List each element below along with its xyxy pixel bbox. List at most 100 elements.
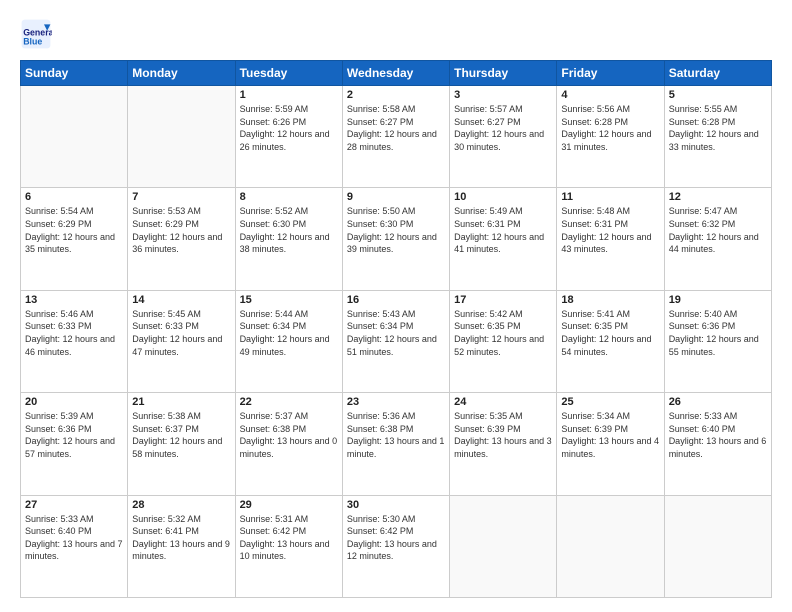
calendar-cell: 22 Sunrise: 5:37 AM Sunset: 6:38 PM Dayli… xyxy=(235,393,342,495)
calendar-cell: 3 Sunrise: 5:57 AM Sunset: 6:27 PM Daylig… xyxy=(450,86,557,188)
calendar-cell xyxy=(128,86,235,188)
day-number: 22 xyxy=(240,396,338,408)
calendar-cell: 11 Sunrise: 5:48 AM Sunset: 6:31 PM Dayli… xyxy=(557,188,664,290)
day-info: Sunrise: 5:35 AM Sunset: 6:39 PM Dayligh… xyxy=(454,410,552,460)
calendar-cell: 1 Sunrise: 5:59 AM Sunset: 6:26 PM Daylig… xyxy=(235,86,342,188)
calendar-cell: 8 Sunrise: 5:52 AM Sunset: 6:30 PM Daylig… xyxy=(235,188,342,290)
day-number: 24 xyxy=(454,396,552,408)
day-number: 2 xyxy=(347,89,445,101)
day-info: Sunrise: 5:34 AM Sunset: 6:39 PM Dayligh… xyxy=(561,410,659,460)
day-info: Sunrise: 5:42 AM Sunset: 6:35 PM Dayligh… xyxy=(454,308,552,358)
day-header-monday: Monday xyxy=(128,61,235,86)
calendar-cell: 15 Sunrise: 5:44 AM Sunset: 6:34 PM Dayli… xyxy=(235,290,342,392)
day-info: Sunrise: 5:53 AM Sunset: 6:29 PM Dayligh… xyxy=(132,205,230,255)
calendar-cell xyxy=(664,495,771,597)
calendar-cell: 20 Sunrise: 5:39 AM Sunset: 6:36 PM Dayli… xyxy=(21,393,128,495)
day-header-thursday: Thursday xyxy=(450,61,557,86)
calendar-cell: 25 Sunrise: 5:34 AM Sunset: 6:39 PM Dayli… xyxy=(557,393,664,495)
day-number: 3 xyxy=(454,89,552,101)
day-info: Sunrise: 5:54 AM Sunset: 6:29 PM Dayligh… xyxy=(25,205,123,255)
day-number: 26 xyxy=(669,396,767,408)
day-info: Sunrise: 5:41 AM Sunset: 6:35 PM Dayligh… xyxy=(561,308,659,358)
day-info: Sunrise: 5:45 AM Sunset: 6:33 PM Dayligh… xyxy=(132,308,230,358)
week-row-5: 27 Sunrise: 5:33 AM Sunset: 6:40 PM Dayli… xyxy=(21,495,772,597)
calendar-cell: 14 Sunrise: 5:45 AM Sunset: 6:33 PM Dayli… xyxy=(128,290,235,392)
day-header-sunday: Sunday xyxy=(21,61,128,86)
day-header-friday: Friday xyxy=(557,61,664,86)
header: General Blue xyxy=(20,18,772,50)
day-info: Sunrise: 5:38 AM Sunset: 6:37 PM Dayligh… xyxy=(132,410,230,460)
calendar-cell xyxy=(557,495,664,597)
day-info: Sunrise: 5:44 AM Sunset: 6:34 PM Dayligh… xyxy=(240,308,338,358)
day-number: 8 xyxy=(240,191,338,203)
day-info: Sunrise: 5:55 AM Sunset: 6:28 PM Dayligh… xyxy=(669,103,767,153)
calendar-cell xyxy=(21,86,128,188)
day-number: 21 xyxy=(132,396,230,408)
day-info: Sunrise: 5:47 AM Sunset: 6:32 PM Dayligh… xyxy=(669,205,767,255)
day-number: 13 xyxy=(25,294,123,306)
day-number: 1 xyxy=(240,89,338,101)
day-header-wednesday: Wednesday xyxy=(342,61,449,86)
day-info: Sunrise: 5:57 AM Sunset: 6:27 PM Dayligh… xyxy=(454,103,552,153)
logo: General Blue xyxy=(20,18,54,50)
day-number: 11 xyxy=(561,191,659,203)
day-number: 15 xyxy=(240,294,338,306)
calendar-cell: 28 Sunrise: 5:32 AM Sunset: 6:41 PM Dayli… xyxy=(128,495,235,597)
day-header-saturday: Saturday xyxy=(664,61,771,86)
week-row-3: 13Sunrise: 5:46 AM Sunset: 6:33 PM Dayli… xyxy=(21,290,772,392)
day-number: 7 xyxy=(132,191,230,203)
day-number: 27 xyxy=(25,499,123,511)
day-info: Sunrise: 5:49 AM Sunset: 6:31 PM Dayligh… xyxy=(454,205,552,255)
calendar-cell: 10 Sunrise: 5:49 AM Sunset: 6:31 PM Dayli… xyxy=(450,188,557,290)
day-info: Sunrise: 5:36 AM Sunset: 6:38 PM Dayligh… xyxy=(347,410,445,460)
day-info: Sunrise: 5:33 AM Sunset: 6:40 PM Dayligh… xyxy=(669,410,767,460)
calendar-cell: 21 Sunrise: 5:38 AM Sunset: 6:37 PM Dayli… xyxy=(128,393,235,495)
day-number: 29 xyxy=(240,499,338,511)
day-info: Sunrise: 5:56 AM Sunset: 6:28 PM Dayligh… xyxy=(561,103,659,153)
day-number: 10 xyxy=(454,191,552,203)
day-number: 20 xyxy=(25,396,123,408)
day-number: 14 xyxy=(132,294,230,306)
day-number: 25 xyxy=(561,396,659,408)
calendar-cell: 30 Sunrise: 5:30 AM Sunset: 6:42 PM Dayli… xyxy=(342,495,449,597)
calendar-cell: 4 Sunrise: 5:56 AM Sunset: 6:28 PM Daylig… xyxy=(557,86,664,188)
calendar-cell: 7 Sunrise: 5:53 AM Sunset: 6:29 PM Daylig… xyxy=(128,188,235,290)
day-info: Sunrise: 5:58 AM Sunset: 6:27 PM Dayligh… xyxy=(347,103,445,153)
day-info: Sunrise: 5:30 AM Sunset: 6:42 PM Dayligh… xyxy=(347,513,445,563)
day-info: Sunrise: 5:59 AM Sunset: 6:26 PM Dayligh… xyxy=(240,103,338,153)
day-number: 30 xyxy=(347,499,445,511)
day-number: 4 xyxy=(561,89,659,101)
week-row-2: 6 Sunrise: 5:54 AM Sunset: 6:29 PM Daylig… xyxy=(21,188,772,290)
day-info: Sunrise: 5:39 AM Sunset: 6:36 PM Dayligh… xyxy=(25,410,123,460)
calendar-cell: 18 Sunrise: 5:41 AM Sunset: 6:35 PM Dayli… xyxy=(557,290,664,392)
day-info: Sunrise: 5:37 AM Sunset: 6:38 PM Dayligh… xyxy=(240,410,338,460)
calendar-cell: 23Sunrise: 5:36 AM Sunset: 6:38 PM Dayli… xyxy=(342,393,449,495)
page: General Blue SundayMondayTuesdayWednesda… xyxy=(0,0,792,612)
day-number: 12 xyxy=(669,191,767,203)
calendar-cell xyxy=(450,495,557,597)
day-number: 6 xyxy=(25,191,123,203)
calendar-cell: 26 Sunrise: 5:33 AM Sunset: 6:40 PM Dayli… xyxy=(664,393,771,495)
calendar-cell: 16Sunrise: 5:43 AM Sunset: 6:34 PM Dayli… xyxy=(342,290,449,392)
calendar-header-row: SundayMondayTuesdayWednesdayThursdayFrid… xyxy=(21,61,772,86)
calendar-cell: 2 Sunrise: 5:58 AM Sunset: 6:27 PM Daylig… xyxy=(342,86,449,188)
day-info: Sunrise: 5:48 AM Sunset: 6:31 PM Dayligh… xyxy=(561,205,659,255)
day-number: 18 xyxy=(561,294,659,306)
week-row-1: 1 Sunrise: 5:59 AM Sunset: 6:26 PM Daylig… xyxy=(21,86,772,188)
day-info: Sunrise: 5:31 AM Sunset: 6:42 PM Dayligh… xyxy=(240,513,338,563)
svg-text:Blue: Blue xyxy=(23,36,42,46)
calendar-cell: 12 Sunrise: 5:47 AM Sunset: 6:32 PM Dayli… xyxy=(664,188,771,290)
day-number: 5 xyxy=(669,89,767,101)
day-info: Sunrise: 5:32 AM Sunset: 6:41 PM Dayligh… xyxy=(132,513,230,563)
day-info: Sunrise: 5:52 AM Sunset: 6:30 PM Dayligh… xyxy=(240,205,338,255)
calendar-cell: 9Sunrise: 5:50 AM Sunset: 6:30 PM Daylig… xyxy=(342,188,449,290)
day-number: 28 xyxy=(132,499,230,511)
day-info: Sunrise: 5:40 AM Sunset: 6:36 PM Dayligh… xyxy=(669,308,767,358)
day-info: Sunrise: 5:33 AM Sunset: 6:40 PM Dayligh… xyxy=(25,513,123,563)
calendar-cell: 29 Sunrise: 5:31 AM Sunset: 6:42 PM Dayli… xyxy=(235,495,342,597)
calendar-table: SundayMondayTuesdayWednesdayThursdayFrid… xyxy=(20,60,772,598)
calendar-cell: 13Sunrise: 5:46 AM Sunset: 6:33 PM Dayli… xyxy=(21,290,128,392)
calendar-cell: 6 Sunrise: 5:54 AM Sunset: 6:29 PM Daylig… xyxy=(21,188,128,290)
week-row-4: 20 Sunrise: 5:39 AM Sunset: 6:36 PM Dayli… xyxy=(21,393,772,495)
day-number: 16 xyxy=(347,294,445,306)
